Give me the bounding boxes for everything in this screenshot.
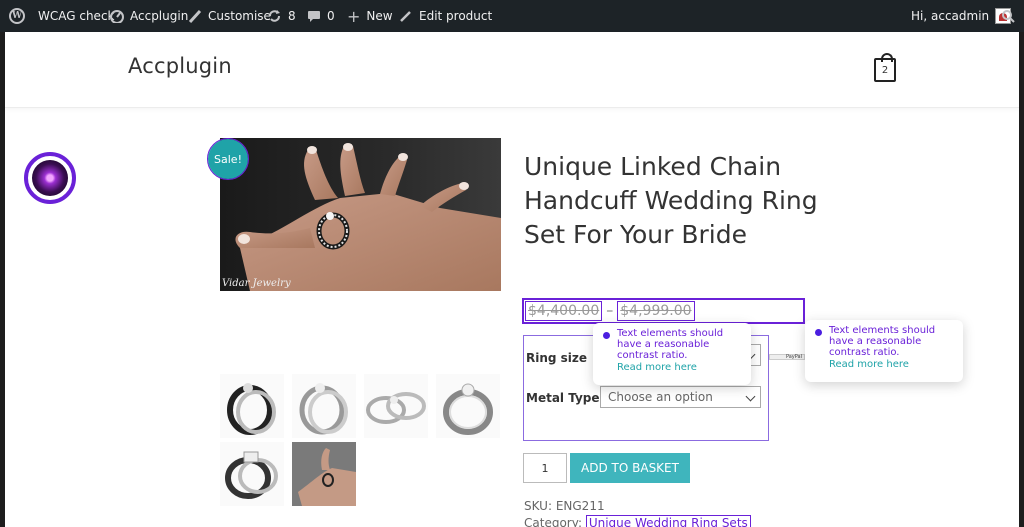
greeting-label: Hi, accadmin bbox=[911, 9, 990, 23]
warning-dot-icon bbox=[603, 332, 610, 339]
sale-badge-label: Sale! bbox=[214, 152, 242, 166]
quantity-value: 1 bbox=[541, 461, 549, 475]
category-link[interactable]: Unique Wedding Ring Sets bbox=[585, 515, 751, 527]
accessibility-widget-button[interactable] bbox=[24, 152, 76, 204]
paypal-badge[interactable]: PayPal bbox=[769, 354, 805, 360]
edit-product-label: Edit product bbox=[419, 9, 493, 23]
price-range: $4,400.00 – $4,999.00 bbox=[522, 298, 805, 324]
read-more-link[interactable]: Read more here bbox=[829, 359, 909, 370]
ring-thumbnail-image bbox=[299, 383, 348, 435]
image-watermark: Vidar Jewelry bbox=[222, 278, 291, 289]
comments-count: 0 bbox=[327, 9, 335, 23]
chevron-down-icon bbox=[745, 391, 756, 402]
pencil-icon bbox=[400, 11, 411, 22]
cart-button[interactable]: 2 bbox=[874, 53, 896, 82]
category-label: Category: bbox=[524, 516, 582, 527]
warning-dot-icon bbox=[815, 329, 822, 336]
site-name-label: WCAG check bbox=[38, 9, 115, 23]
comment-bubble-icon bbox=[308, 11, 320, 22]
site-header: Accplugin 2 bbox=[5, 32, 1019, 108]
sale-badge: Sale! bbox=[207, 138, 249, 180]
admin-bar: W WCAG check Accplugin Customise 8 0 + N… bbox=[0, 0, 1024, 32]
contrast-warning-tooltip: Text elements should have a reasonable c… bbox=[593, 323, 751, 385]
product-thumbnail-6[interactable] bbox=[292, 442, 356, 506]
customise-label: Customise bbox=[208, 9, 271, 23]
search-button[interactable] bbox=[1001, 0, 1015, 32]
wordpress-menu[interactable]: W bbox=[9, 0, 25, 32]
site-title[interactable]: Accplugin bbox=[128, 54, 232, 78]
price-high: $4,999.00 bbox=[617, 301, 695, 321]
wordpress-logo-icon: W bbox=[9, 8, 25, 24]
price-low: $4,400.00 bbox=[525, 301, 603, 321]
brush-icon bbox=[188, 9, 202, 23]
product-thumbnail-2[interactable] bbox=[292, 374, 356, 438]
edit-product-link[interactable]: Edit product bbox=[399, 0, 492, 32]
sku-label: SKU: bbox=[524, 499, 552, 513]
add-to-basket-label: ADD TO BASKET bbox=[581, 461, 679, 475]
ring-thumbnail-image bbox=[225, 451, 278, 499]
dashboard-gauge-icon bbox=[110, 10, 124, 23]
tooltip-message: Text elements should have a reasonable c… bbox=[829, 325, 936, 358]
new-label: New bbox=[366, 9, 393, 23]
metal-type-label: Metal Type bbox=[526, 391, 600, 405]
updates-count: 8 bbox=[288, 9, 296, 23]
site-name-link[interactable]: WCAG check bbox=[38, 0, 115, 32]
product-thumbnail-4[interactable] bbox=[436, 374, 500, 438]
ring-thumbnail-image bbox=[366, 392, 426, 424]
new-content-link[interactable]: + New bbox=[347, 0, 393, 32]
cart-count: 2 bbox=[881, 64, 889, 76]
sku-value: ENG211 bbox=[555, 499, 605, 513]
dashboard-label: Accplugin bbox=[130, 9, 189, 23]
product-main-image[interactable]: Vidar Jewelry bbox=[220, 138, 501, 291]
metal-type-value: Choose an option bbox=[608, 390, 713, 404]
ring-size-label: Ring size bbox=[526, 351, 588, 365]
comments-link[interactable]: 0 bbox=[307, 0, 335, 32]
ring-thumbnail-image bbox=[443, 383, 493, 435]
my-account-link[interactable]: Hi, accadmin bbox=[911, 0, 1012, 32]
category-line: Category: Unique Wedding Ring Sets bbox=[524, 515, 751, 527]
price-separator: – bbox=[606, 303, 614, 319]
dashboard-link[interactable]: Accplugin bbox=[110, 0, 188, 32]
plus-icon: + bbox=[347, 6, 361, 26]
metal-type-select[interactable]: Choose an option bbox=[600, 386, 761, 408]
page: Accplugin 2 Vidar Jewelry Sale! Unique L… bbox=[5, 32, 1019, 527]
search-icon bbox=[1002, 10, 1015, 23]
read-more-link[interactable]: Read more here bbox=[617, 362, 697, 373]
accessibility-eye-icon bbox=[32, 160, 68, 196]
product-thumbnail-1[interactable] bbox=[220, 374, 284, 438]
paypal-label: PayPal bbox=[785, 354, 802, 360]
ring-thumbnail-image bbox=[227, 383, 276, 435]
refresh-icon bbox=[269, 10, 280, 22]
hand-thumbnail-image bbox=[292, 442, 356, 506]
updates-link[interactable]: 8 bbox=[267, 0, 296, 32]
contrast-warning-tooltip: Text elements should have a reasonable c… bbox=[805, 320, 963, 382]
product-thumbnail-5[interactable] bbox=[220, 442, 284, 506]
add-to-basket-button[interactable]: ADD TO BASKET bbox=[570, 453, 690, 483]
product-thumbnail-3[interactable] bbox=[364, 374, 428, 438]
customise-link[interactable]: Customise bbox=[188, 0, 271, 32]
quantity-input[interactable]: 1 bbox=[523, 453, 567, 483]
tooltip-message: Text elements should have a reasonable c… bbox=[617, 328, 724, 361]
sku-line: SKU: ENG211 bbox=[524, 499, 605, 513]
hand-with-ring-illustration bbox=[235, 143, 501, 291]
product-title: Unique Linked Chain Handcuff Wedding Rin… bbox=[524, 152, 818, 249]
